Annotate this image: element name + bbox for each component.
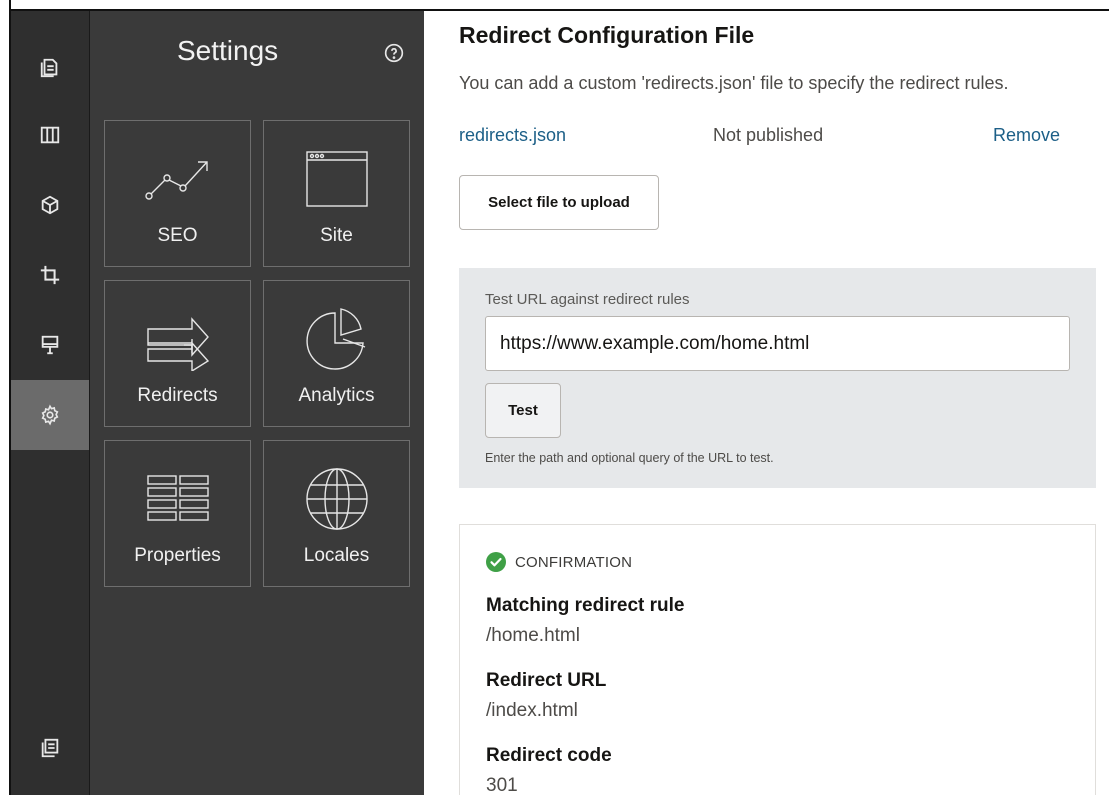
confirmation-label: CONFIRMATION — [515, 553, 633, 571]
matching-rule-value: /home.html — [486, 625, 580, 646]
window-top-border — [0, 0, 1109, 11]
rail-components-button[interactable] — [11, 170, 89, 240]
matching-rule-label: Matching redirect rule — [486, 595, 685, 616]
tile-redirects-label: Redirects — [137, 385, 218, 406]
tile-site[interactable]: Site — [263, 120, 410, 267]
tile-seo[interactable]: SEO — [104, 120, 251, 267]
panel-title: Settings — [177, 35, 279, 66]
publish-pages-icon — [41, 738, 59, 758]
section-description: You can add a custom 'redirects.json' fi… — [459, 73, 1009, 93]
window-left-border — [0, 0, 11, 795]
rail-settings-button[interactable] — [11, 380, 89, 450]
pie-chart-icon — [305, 308, 365, 370]
redirect-settings-content: Redirect Configuration File You can add … — [424, 11, 1109, 795]
redirect-url-label: Redirect URL — [486, 670, 607, 691]
tile-seo-label: SEO — [157, 225, 198, 246]
tile-site-label: Site — [320, 225, 353, 246]
rail-pages-button[interactable] — [11, 33, 89, 103]
remove-file-link[interactable]: Remove — [993, 125, 1060, 146]
icon-rail — [11, 11, 90, 795]
select-file-upload-button[interactable]: Select file to upload — [459, 175, 659, 230]
redirect-code-label: Redirect code — [486, 745, 612, 766]
tile-redirects[interactable]: Redirects — [104, 280, 251, 427]
redirect-arrows-icon — [146, 317, 209, 371]
test-url-label: Test URL against redirect rules — [485, 291, 690, 308]
confirmation-status: CONFIRMATION — [486, 552, 632, 572]
rail-publish-button[interactable] — [11, 713, 89, 783]
rail-crop-button[interactable] — [11, 240, 89, 310]
settings-gear-icon — [41, 404, 59, 426]
test-button[interactable]: Test — [485, 383, 561, 438]
layout-columns-icon — [40, 126, 60, 144]
rail-layout-button[interactable] — [11, 100, 89, 170]
rail-theme-button[interactable] — [11, 310, 89, 380]
test-url-panel: Test URL against redirect rules Test Ent… — [459, 268, 1096, 488]
redirect-code-value: 301 — [486, 775, 518, 795]
file-publish-status: Not published — [713, 125, 824, 145]
section-title: Redirect Configuration File — [459, 22, 755, 48]
tile-properties-label: Properties — [134, 545, 221, 566]
check-circle-icon — [486, 552, 506, 572]
components-cube-icon — [41, 195, 59, 215]
tile-locales-label: Locales — [303, 545, 370, 566]
test-url-input[interactable] — [485, 316, 1070, 371]
test-result-panel: CONFIRMATION Matching redirect rule /hom… — [459, 524, 1096, 795]
globe-icon — [305, 468, 368, 530]
test-url-help-text: Enter the path and optional query of the… — [485, 451, 774, 465]
tile-properties[interactable]: Properties — [104, 440, 251, 587]
pages-icon — [40, 58, 58, 78]
tile-analytics[interactable]: Analytics — [263, 280, 410, 427]
crop-icon — [40, 265, 60, 285]
browser-window-icon — [305, 151, 368, 207]
tile-locales[interactable]: Locales — [263, 440, 410, 587]
redirects-file-link[interactable]: redirects.json — [459, 125, 566, 146]
redirect-url-value: /index.html — [486, 700, 578, 721]
seo-trend-icon — [144, 161, 208, 200]
settings-panel: Settings SEO Site Redirects Analytics Pr… — [90, 11, 424, 795]
help-circle-icon[interactable] — [384, 43, 404, 63]
tile-analytics-label: Analytics — [298, 385, 375, 406]
properties-grid-icon — [146, 475, 209, 521]
theme-brush-icon — [41, 335, 59, 355]
